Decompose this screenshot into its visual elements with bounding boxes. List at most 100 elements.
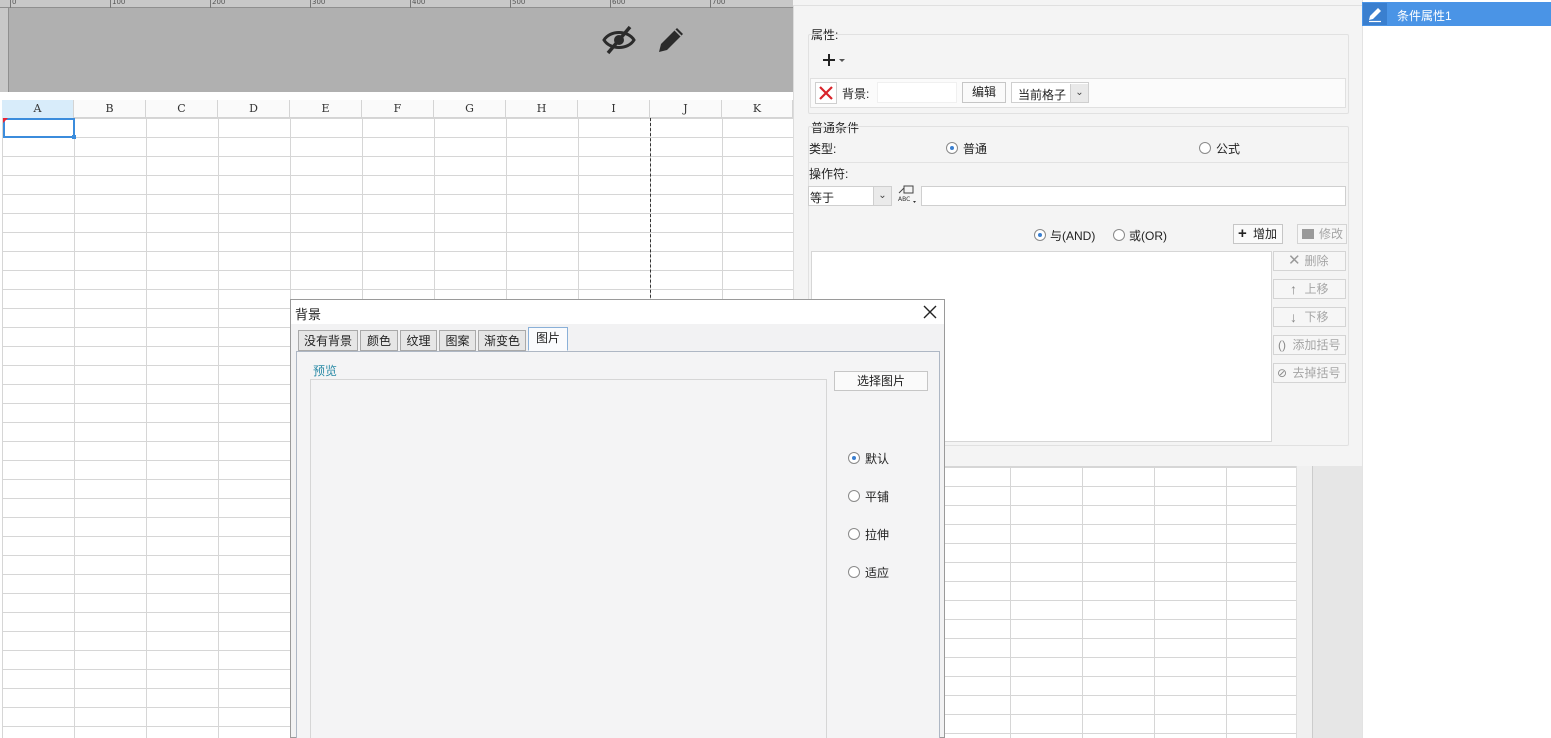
layout-fit-radio[interactable]	[848, 566, 860, 578]
delete-condition-button[interactable]: ✕ 删除	[1273, 251, 1346, 271]
background-preview-field[interactable]	[877, 82, 957, 103]
modify-icon	[1302, 229, 1314, 239]
image-preview-area	[310, 379, 827, 738]
layout-fit-label[interactable]: 适应	[865, 564, 889, 581]
dialog-title: 背景	[295, 307, 322, 322]
ruler-label: 300	[312, 0, 326, 6]
move-up-button[interactable]: ↑ 上移	[1273, 279, 1346, 299]
type-label: 类型:	[809, 142, 837, 156]
tab-no-background[interactable]: 没有背景	[298, 330, 358, 351]
red-x-icon	[819, 86, 833, 100]
plus-icon: +	[1238, 225, 1247, 242]
value-type-button[interactable]: ABC	[896, 185, 918, 205]
layout-tile-label[interactable]: 平铺	[865, 488, 889, 505]
delete-condition-label: 删除	[1304, 254, 1329, 268]
ruler-label: 700	[712, 0, 726, 6]
tab-pattern[interactable]: 图案	[439, 330, 476, 351]
edit-condition-icon[interactable]	[1363, 3, 1387, 25]
pencil-icon[interactable]	[653, 22, 689, 58]
tab-gradient[interactable]: 渐变色	[478, 330, 526, 351]
choose-image-button[interactable]: 选择图片	[834, 371, 928, 391]
logic-or-radio[interactable]	[1113, 229, 1125, 241]
remove-bracket-icon: ⊘	[1277, 366, 1288, 380]
column-header[interactable]: H	[506, 100, 578, 118]
grid-scroll-strip	[1296, 466, 1312, 738]
divider	[808, 162, 1349, 163]
layout-tile-radio[interactable]	[848, 490, 860, 502]
bracket-icon: ()	[1278, 338, 1286, 352]
page-break-line	[650, 118, 651, 318]
edit-background-button[interactable]: 编辑	[962, 82, 1006, 103]
scope-select-value: 当前格子	[1018, 88, 1067, 102]
column-header[interactable]: K	[722, 100, 793, 118]
column-header[interactable]: F	[362, 100, 434, 118]
close-icon[interactable]	[920, 302, 940, 322]
abc-type-icon: ABC	[898, 185, 916, 203]
type-formula-label[interactable]: 公式	[1216, 140, 1240, 157]
arrow-down-icon: ↓	[1290, 309, 1297, 325]
plus-icon	[823, 54, 845, 66]
eye-slash-icon[interactable]	[601, 22, 637, 58]
column-header[interactable]: B	[74, 100, 146, 118]
vertical-ruler	[0, 8, 9, 92]
type-normal-label[interactable]: 普通	[963, 140, 987, 157]
logic-and-label[interactable]: 与(AND)	[1050, 227, 1095, 244]
modify-condition-label: 修改	[1318, 227, 1343, 241]
fill-handle[interactable]	[72, 135, 76, 139]
tab-color[interactable]: 颜色	[360, 330, 398, 351]
modify-condition-button[interactable]: 修改	[1297, 224, 1347, 244]
type-formula-radio[interactable]	[1199, 142, 1211, 154]
move-up-label: 上移	[1304, 282, 1329, 296]
remove-bracket-button[interactable]: ⊘ 去掉括号	[1273, 363, 1346, 383]
svg-text:ABC: ABC	[898, 196, 910, 203]
ruler-label: 0	[12, 0, 17, 6]
column-header[interactable]: C	[146, 100, 218, 118]
layout-stretch-radio[interactable]	[848, 528, 860, 540]
cell-marker	[3, 118, 8, 123]
layout-default-radio[interactable]	[848, 452, 860, 464]
panel-gutter	[1312, 466, 1362, 738]
ruler-label: 200	[212, 0, 226, 6]
column-header[interactable]: I	[578, 100, 650, 118]
layout-stretch-label[interactable]: 拉伸	[865, 526, 889, 543]
type-normal-radio[interactable]	[946, 142, 958, 154]
operator-label: 操作符:	[809, 167, 849, 181]
ruler-label: 600	[612, 0, 626, 6]
column-header[interactable]: G	[434, 100, 506, 118]
arrow-up-icon: ↑	[1290, 281, 1297, 297]
condition-attribute-list	[1362, 0, 1551, 738]
condition-item-label: 条件属性1	[1397, 9, 1452, 23]
selected-cell[interactable]	[3, 118, 75, 138]
remove-attribute-button[interactable]	[815, 82, 837, 104]
add-condition-button[interactable]: + 增加	[1233, 224, 1283, 244]
tab-image[interactable]: 图片	[528, 327, 568, 351]
add-attribute-button[interactable]	[818, 50, 848, 70]
tab-texture[interactable]: 纹理	[400, 330, 437, 351]
chevron-down-icon: ⌄	[873, 187, 891, 205]
column-header[interactable]: D	[218, 100, 290, 118]
ruler-label: 500	[512, 0, 526, 6]
ruler-label: 100	[112, 0, 126, 6]
layout-default-label[interactable]: 默认	[865, 450, 889, 467]
add-bracket-button[interactable]: () 添加括号	[1273, 335, 1346, 355]
panel-top-bar	[793, 0, 1362, 6]
column-header[interactable]: J	[650, 100, 722, 118]
operand-input[interactable]	[921, 186, 1346, 206]
scope-select[interactable]: 当前格子 ⌄	[1011, 82, 1089, 103]
column-header[interactable]: E	[290, 100, 362, 118]
logic-and-radio[interactable]	[1034, 229, 1046, 241]
operator-select[interactable]: 等于 ⌄	[808, 186, 892, 206]
dialog-title-bar[interactable]: 背景	[291, 300, 944, 324]
cell-grid-right[interactable]	[944, 466, 1296, 738]
add-bracket-label: 添加括号	[1292, 338, 1341, 352]
condition-list-item[interactable]: 条件属性1	[1362, 2, 1551, 26]
background-label: 背景:	[842, 87, 870, 101]
logic-or-label[interactable]: 或(OR)	[1129, 227, 1167, 244]
x-icon: ✕	[1288, 252, 1301, 269]
column-header[interactable]: A	[2, 100, 74, 118]
move-down-button[interactable]: ↓ 下移	[1273, 307, 1346, 327]
operator-select-value: 等于	[810, 191, 835, 205]
add-condition-label: 增加	[1252, 227, 1277, 241]
ruler-label: 400	[412, 0, 426, 6]
horizontal-ruler: 0 100 200 300 400 500 600 700	[0, 0, 793, 8]
